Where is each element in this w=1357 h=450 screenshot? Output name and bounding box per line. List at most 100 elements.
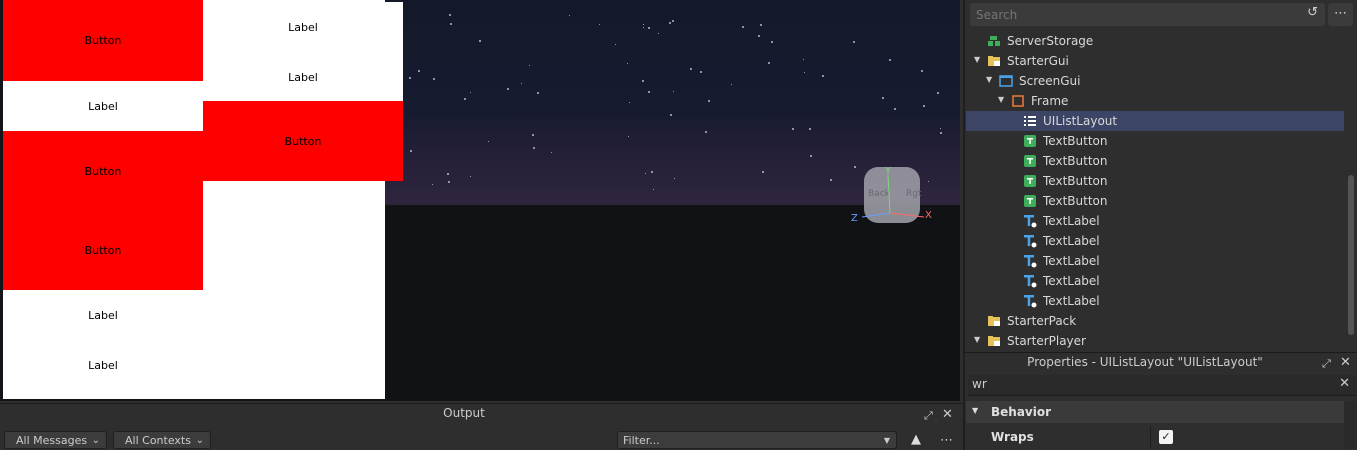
tree-item-label: TextLabel <box>1043 234 1100 248</box>
section-header-behavior[interactable]: ▼ Behavior <box>966 401 1344 423</box>
gui-text-button[interactable]: Button <box>3 131 203 211</box>
star <box>408 76 411 79</box>
expand-arrow-icon[interactable]: ▼ <box>974 55 980 64</box>
folder-icon <box>987 54 1001 68</box>
tree-item-label: TextButton <box>1043 154 1108 168</box>
chevron-down-icon: ⌄ <box>91 435 100 446</box>
star <box>671 19 674 22</box>
tree-item-starterplayer[interactable]: ▼ StarterPlayer <box>966 331 1344 350</box>
tree-item-label: UIListLayout <box>1043 114 1118 128</box>
messages-filter-value: All Messages <box>16 434 88 447</box>
text-button-icon <box>1023 194 1037 208</box>
star <box>704 130 707 133</box>
clear-icon[interactable]: ✕ <box>1339 376 1350 391</box>
gui-text-button[interactable]: Button <box>3 211 203 290</box>
tree-item-label: ScreenGui <box>1019 74 1081 88</box>
gui-text-button[interactable]: Button <box>203 101 403 181</box>
tree-item-label: ServerStorage <box>1007 34 1094 48</box>
more-options-icon[interactable]: ⋯ <box>940 433 953 448</box>
tree-item-textbutton[interactable]: TextButton <box>966 171 1344 191</box>
properties-title: Properties - UIListLayout "UIListLayout" <box>1027 355 1263 369</box>
undock-icon[interactable]: ⤢ <box>1322 357 1331 371</box>
star <box>741 25 744 28</box>
expand-arrow-icon[interactable]: ▼ <box>974 335 980 344</box>
star <box>939 127 941 129</box>
tree-item-label: StarterPlayer <box>1007 334 1086 348</box>
properties-scrollbar-track[interactable] <box>1344 401 1357 449</box>
star <box>648 26 651 29</box>
axis-gizmo-lines <box>861 174 925 218</box>
text-label-icon <box>1023 234 1037 248</box>
star <box>920 70 923 73</box>
text-label-icon <box>1023 294 1037 308</box>
expand-arrow-icon[interactable]: ▼ <box>998 95 1004 104</box>
output-filter-input[interactable]: Filter... ▼ <box>617 431 897 449</box>
star <box>668 21 671 24</box>
gui-text-label: Label <box>3 290 203 340</box>
undock-icon[interactable]: ⤢ <box>924 409 933 423</box>
expand-arrow-icon[interactable]: ▼ <box>986 75 992 84</box>
more-options-icon[interactable]: ⋯ <box>1328 3 1353 26</box>
frame-icon <box>1011 94 1025 108</box>
contexts-filter-dropdown[interactable]: All Contexts ⌄ <box>113 431 211 449</box>
star <box>707 100 710 103</box>
tree-item-screengui[interactable]: ▼ ScreenGui <box>966 71 1344 91</box>
server-storage-icon <box>987 34 1001 48</box>
tree-item-textlabel[interactable]: TextLabel <box>966 291 1344 311</box>
text-button-icon <box>1023 134 1037 148</box>
tree-item-label: TextLabel <box>1043 214 1100 228</box>
tree-item-textbutton[interactable]: TextButton <box>966 151 1344 171</box>
text-button-icon <box>1023 174 1037 188</box>
star <box>550 151 552 153</box>
text-label-icon <box>1023 214 1037 228</box>
caret-down-icon: ▼ <box>883 436 890 445</box>
tree-item-startergui[interactable]: ▼ StarterGui <box>966 51 1344 71</box>
section-label: Behavior <box>991 405 1052 419</box>
viewport[interactable]: Button Label Button Button Label Label L… <box>0 0 960 401</box>
search-input[interactable] <box>976 6 1276 23</box>
tree-item-label: Frame <box>1031 94 1069 108</box>
tree-item-starterpack[interactable]: StarterPack <box>966 311 1344 331</box>
properties-filter[interactable]: ✕ <box>968 375 1356 396</box>
explorer-search[interactable]: ↺ <box>970 3 1325 26</box>
tree-item-textbutton[interactable]: TextButton <box>966 131 1344 151</box>
property-name: Wraps <box>991 430 1034 444</box>
star <box>449 22 452 25</box>
output-filter-placeholder: Filter... <box>623 434 660 447</box>
explorer-scrollbar[interactable] <box>1348 175 1354 335</box>
tree-item-serverstorage[interactable]: ServerStorage <box>966 31 1344 51</box>
wraps-checkbox[interactable]: ✓ <box>1159 430 1173 444</box>
tree-item-label: TextButton <box>1043 174 1108 188</box>
folder-icon <box>987 314 1001 328</box>
collapse-arrow-icon[interactable]: ▼ <box>972 406 978 415</box>
tree-item-label: TextButton <box>1043 134 1108 148</box>
close-icon[interactable]: ✕ <box>1340 355 1351 370</box>
star <box>432 183 434 185</box>
tree-item-frame[interactable]: ▼ Frame <box>966 91 1344 111</box>
screen-gui-icon <box>999 74 1013 88</box>
tree-item-textlabel[interactable]: TextLabel <box>966 231 1344 251</box>
tree-item-label: TextButton <box>1043 194 1108 208</box>
history-icon[interactable]: ↺ <box>1307 5 1318 20</box>
tree-item-uilistlayout[interactable]: UIListLayout <box>966 111 1344 131</box>
star <box>409 149 412 152</box>
star <box>761 170 764 173</box>
tree-item-label: StarterPack <box>1007 314 1077 328</box>
tree-item-textlabel[interactable]: TextLabel <box>966 211 1344 231</box>
column-divider <box>1150 426 1151 448</box>
star <box>627 135 629 137</box>
tree-item-textbutton[interactable]: TextButton <box>966 191 1344 211</box>
properties-filter-input[interactable] <box>972 377 1272 391</box>
gui-text-button[interactable]: Button <box>3 0 203 81</box>
gui-text-label: Label <box>203 2 403 52</box>
close-icon[interactable]: ✕ <box>942 407 953 422</box>
star <box>507 87 510 90</box>
tree-item-textlabel[interactable]: TextLabel <box>966 251 1344 271</box>
list-layout-icon <box>1023 114 1037 128</box>
tree-item-textlabel[interactable]: TextLabel <box>966 271 1344 291</box>
text-label-icon <box>1023 254 1037 268</box>
bell-icon[interactable]: ▲ <box>911 432 921 447</box>
star <box>757 35 760 38</box>
tree-item-label: TextLabel <box>1043 254 1100 268</box>
messages-filter-dropdown[interactable]: All Messages ⌄ <box>4 431 107 449</box>
